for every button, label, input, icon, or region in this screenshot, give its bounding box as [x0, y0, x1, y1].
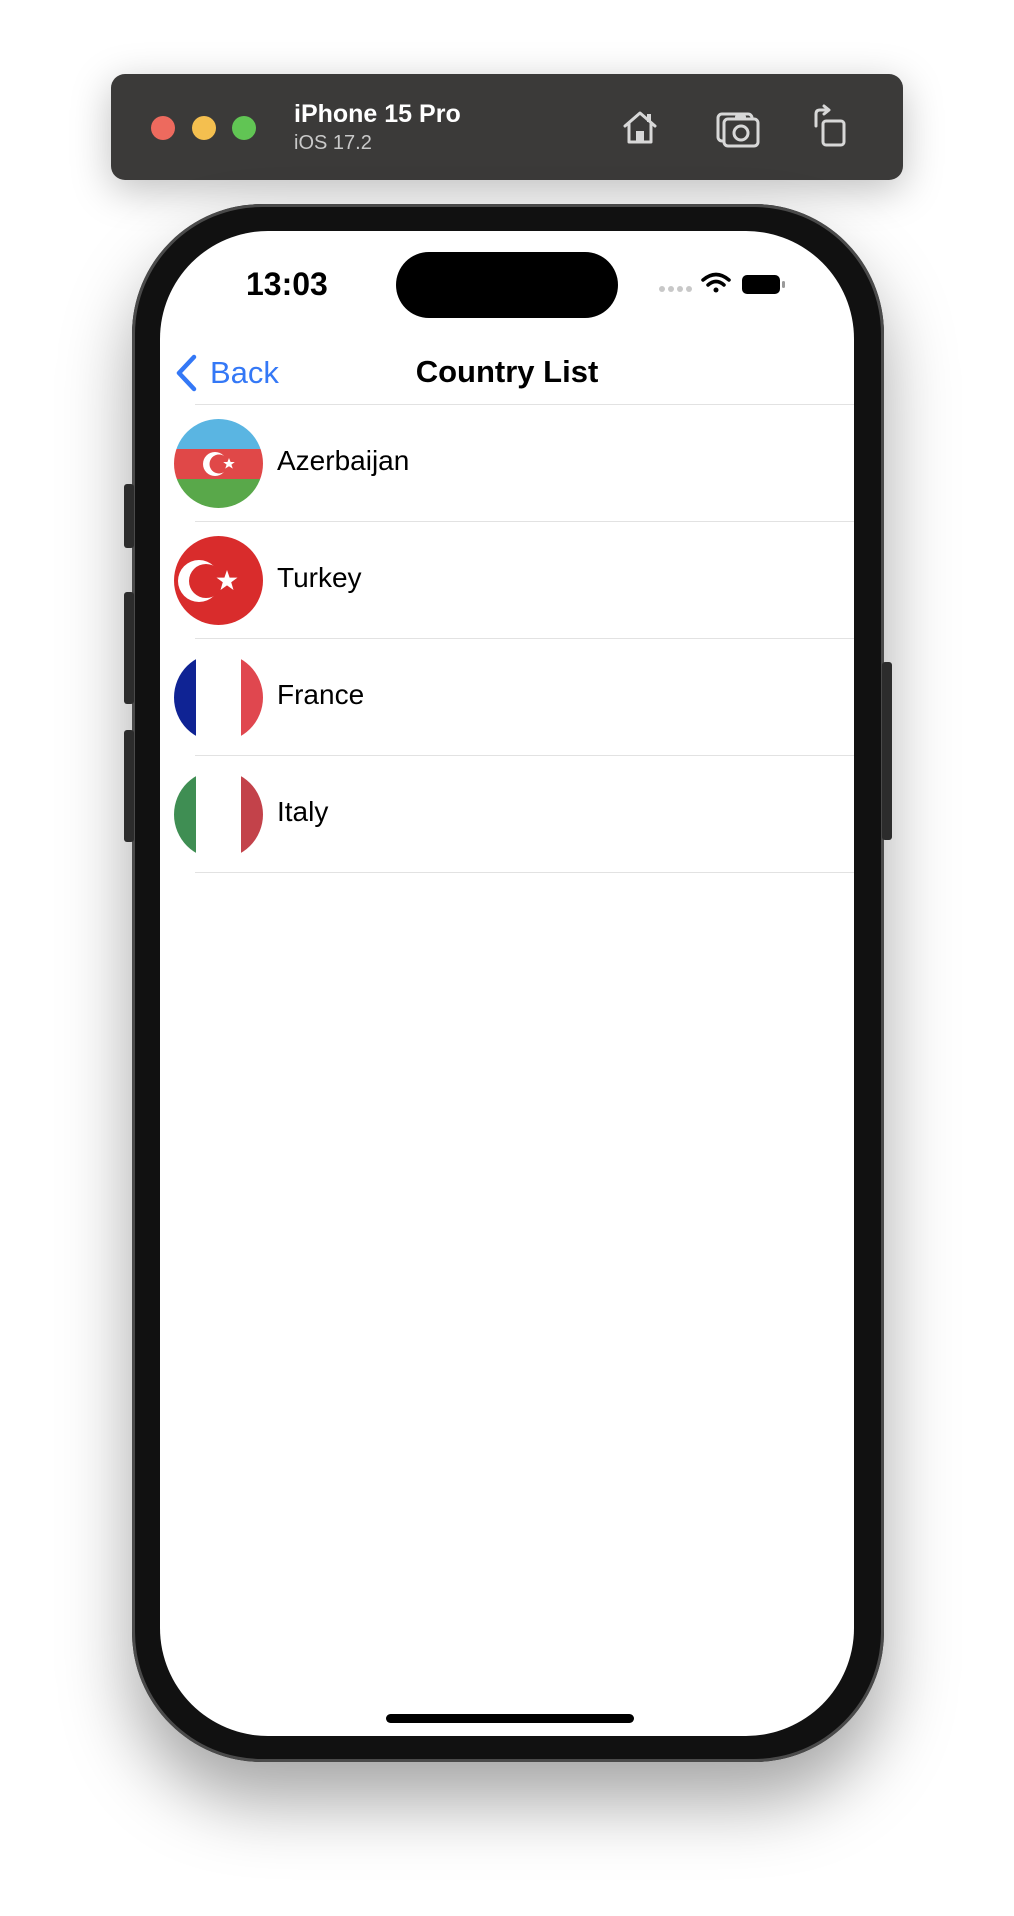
phone-screen: 13:03 Back Country List Azerbaijan Turke… — [160, 231, 854, 1736]
power-button[interactable] — [882, 662, 892, 840]
country-list: Azerbaijan Turkey France Italy — [160, 405, 854, 873]
home-button[interactable] — [617, 104, 663, 150]
camera-icon — [716, 112, 760, 148]
page-title: Country List — [415, 354, 599, 389]
battery-icon — [742, 275, 785, 294]
azerbaijan-flag-icon — [174, 419, 263, 508]
row-divider — [195, 872, 854, 873]
turkey-flag-icon — [174, 536, 263, 625]
signal-icon — [659, 286, 692, 292]
status-time: 13:03 — [246, 266, 328, 302]
country-name: France — [277, 679, 365, 710]
dynamic-island — [396, 252, 618, 318]
volume-down-button[interactable] — [124, 730, 134, 842]
action-button[interactable] — [124, 484, 134, 548]
os-version: iOS 17.2 — [294, 132, 372, 154]
list-item-turkey[interactable]: Turkey — [160, 522, 854, 639]
zoom-window-button[interactable] — [232, 116, 256, 140]
list-item-france[interactable]: France — [160, 639, 854, 756]
status-icons — [659, 272, 785, 294]
list-item-italy[interactable]: Italy — [160, 756, 854, 873]
rotate-icon — [814, 104, 846, 147]
list-item-azerbaijan[interactable]: Azerbaijan — [160, 405, 854, 522]
country-name: Azerbaijan — [277, 445, 410, 476]
france-flag-icon — [174, 653, 263, 742]
navigation-bar: Back Country List — [160, 341, 854, 405]
simulator-title-bar: iPhone 15 Pro iOS 17.2 — [111, 74, 903, 180]
close-window-button[interactable] — [151, 116, 175, 140]
italy-flag-icon — [174, 770, 263, 859]
rotate-button[interactable] — [808, 104, 854, 150]
country-name: Italy — [277, 796, 329, 827]
country-name: Turkey — [277, 562, 362, 593]
minimize-window-button[interactable] — [192, 116, 216, 140]
home-icon — [623, 111, 657, 144]
screenshot-button[interactable] — [715, 104, 761, 150]
volume-up-button[interactable] — [124, 592, 134, 704]
home-indicator[interactable] — [386, 1714, 634, 1723]
device-name: iPhone 15 Pro — [294, 100, 461, 128]
wifi-icon — [701, 272, 731, 293]
